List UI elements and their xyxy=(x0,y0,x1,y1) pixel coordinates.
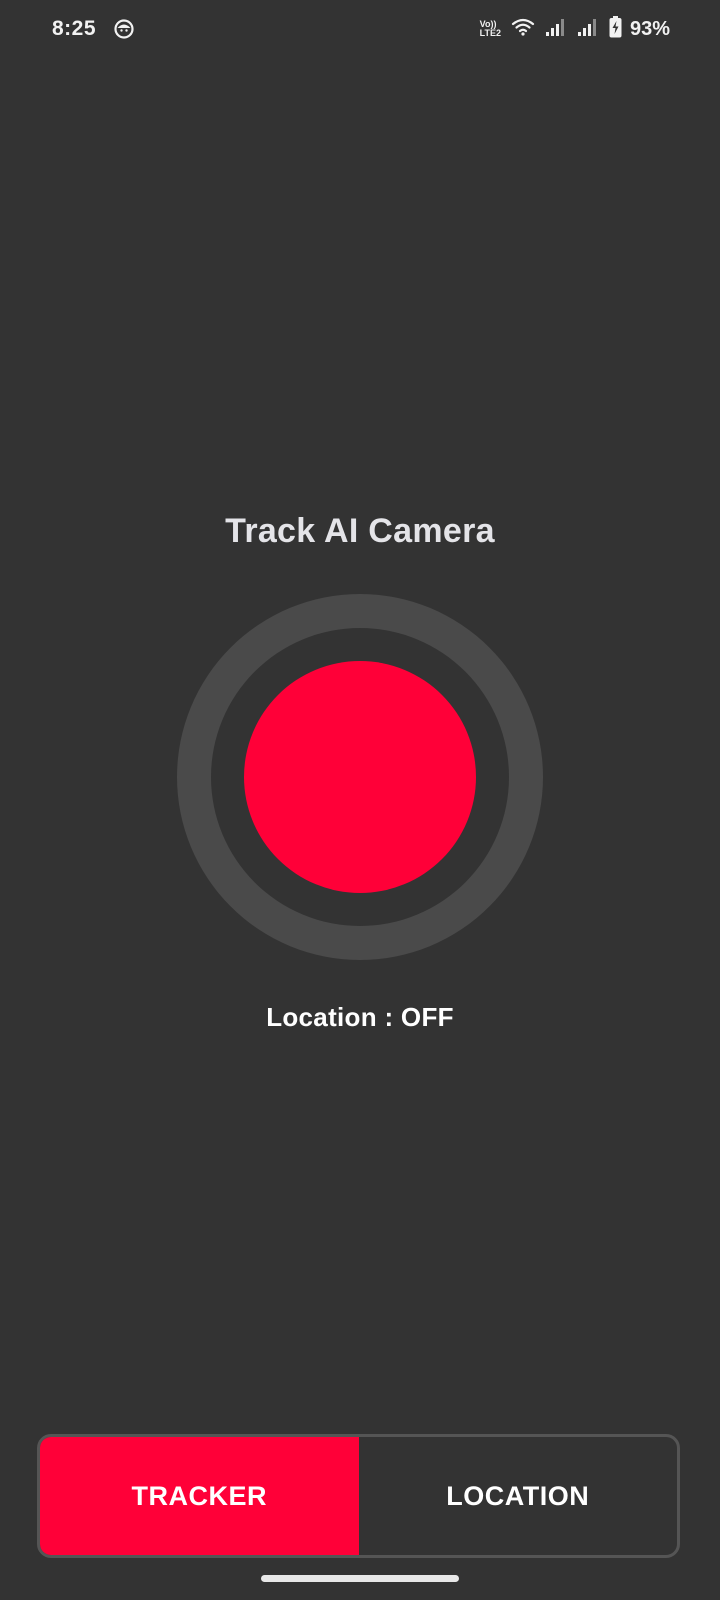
volte-indicator: Vo)) LTE2 xyxy=(480,20,501,38)
battery-percent: 93% xyxy=(629,17,670,40)
app-notification-icon xyxy=(114,19,134,39)
status-bar: 8:25 Vo)) LTE2 93% xyxy=(0,0,720,62)
status-icons: Vo)) LTE2 93% xyxy=(480,14,670,44)
battery-charging-icon xyxy=(609,15,622,43)
signal-icon xyxy=(545,17,567,42)
signal-icon xyxy=(577,17,599,42)
bottom-tab-bar: TRACKER LOCATION xyxy=(37,1434,680,1558)
tab-tracker[interactable]: TRACKER xyxy=(40,1437,359,1555)
volte-bottom-label: LTE2 xyxy=(479,28,501,38)
home-indicator[interactable] xyxy=(261,1575,459,1582)
record-button-ring xyxy=(177,594,543,960)
screen: 8:25 Vo)) LTE2 93% Track AI Camera Locat… xyxy=(0,0,720,1600)
page-title: Track AI Camera xyxy=(225,512,495,550)
location-status: Location : OFF xyxy=(266,1002,454,1032)
record-button[interactable] xyxy=(244,661,476,893)
record-button-gap xyxy=(211,628,509,926)
tab-location[interactable]: LOCATION xyxy=(359,1437,678,1555)
wifi-icon xyxy=(511,17,535,42)
status-time: 8:25 xyxy=(52,17,97,40)
